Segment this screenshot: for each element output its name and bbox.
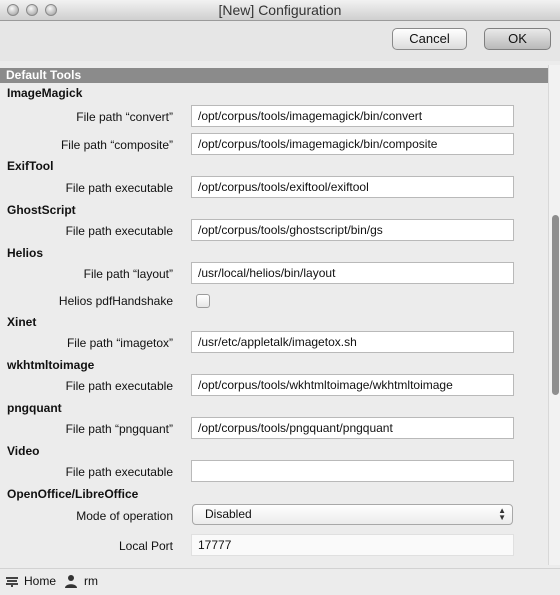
window-title: [New] Configuration [218,2,342,18]
wkhtmltoimage-path-field[interactable]: /opt/corpus/tools/wkhtmltoimage/wkhtmlto… [191,374,514,396]
xinet-path-field[interactable]: /usr/etc/appletalk/imagetox.sh [191,331,514,353]
select-arrows-icon: ▲ ▼ [498,506,506,522]
cancel-button[interactable]: Cancel [392,28,467,50]
section-header-default-tools: Default Tools [0,68,548,83]
group-title-helios: Helios [7,246,44,260]
office-mode-label: Mode of operation [76,509,173,523]
user-label[interactable]: rm [84,574,98,588]
group-title-imagemagick: ImageMagick [7,86,83,100]
vertical-scrollbar[interactable] [548,65,560,565]
helios-handshake-label: Helios pdfHandshake [58,294,173,308]
scrollbar-thumb[interactable] [552,215,559,395]
home-icon [6,577,18,587]
config-panel: Default Tools ImageMagick File path “con… [0,65,548,565]
composite-path-field[interactable]: /opt/corpus/tools/imagemagick/bin/compos… [191,133,514,155]
video-label: File path executable [65,465,173,479]
home-label[interactable]: Home [24,574,56,588]
exiftool-path-field[interactable]: /opt/corpus/tools/exiftool/exiftool [191,176,514,198]
title-bar: [New] Configuration [0,0,560,21]
status-bar: Home rm [0,568,560,595]
convert-path-field[interactable]: /opt/corpus/tools/imagemagick/bin/conver… [191,105,514,127]
ghostscript-path-field[interactable]: /opt/corpus/tools/ghostscript/bin/gs [191,219,514,241]
office-mode-select[interactable]: Disabled ▲ ▼ [192,504,513,525]
video-path-field[interactable] [191,460,514,482]
wkhtmltoimage-label: File path executable [65,379,173,393]
office-mode-value: Disabled [205,507,252,521]
group-title-ghostscript: GhostScript [7,203,76,217]
toolbar: Cancel OK [0,21,560,61]
helios-layout-path-field[interactable]: /usr/local/helios/bin/layout [191,262,514,284]
helios-layout-label: File path “layout” [83,267,173,281]
helios-handshake-checkbox[interactable] [196,294,210,308]
group-title-pngquant: pngquant [7,401,62,415]
office-port-label: Local Port [118,539,173,553]
user-icon [65,575,77,588]
pngquant-path-field[interactable]: /opt/corpus/tools/pngquant/pngquant [191,417,514,439]
composite-label: File path “composite” [60,138,173,152]
xinet-label: File path “imagetox” [66,336,173,350]
group-title-video: Video [7,444,40,458]
group-title-office: OpenOffice/LibreOffice [7,487,139,501]
group-title-wkhtmltoimage: wkhtmltoimage [7,358,95,372]
group-title-exiftool: ExifTool [7,159,54,173]
ghostscript-label: File path executable [65,224,173,238]
convert-label: File path “convert” [76,110,173,124]
exiftool-label: File path executable [65,181,173,195]
ok-button[interactable]: OK [484,28,551,50]
pngquant-label: File path “pngquant” [65,422,173,436]
office-port-field[interactable]: 17777 [191,534,514,556]
group-title-xinet: Xinet [7,315,37,329]
